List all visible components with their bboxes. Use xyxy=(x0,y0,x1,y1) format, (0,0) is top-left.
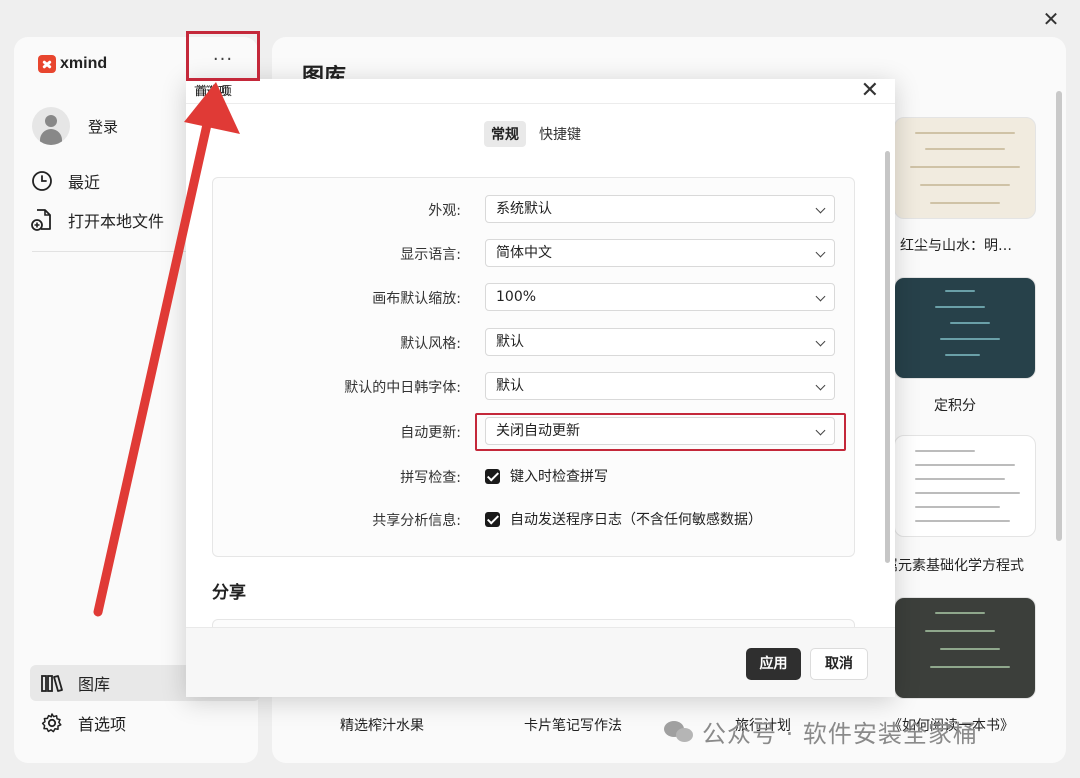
share-analytics-text: 自动发送程序日志（不含任何敏感数据） xyxy=(510,512,762,528)
preferences-tooltip: 首选项 xyxy=(194,84,231,98)
dialog-close-button[interactable]: ✕ xyxy=(861,79,879,103)
appearance-label: 外观: xyxy=(428,203,461,219)
tab-shortcuts[interactable]: 快捷键 xyxy=(532,121,588,147)
share-analytics-label: 共享分析信息: xyxy=(372,513,461,529)
library-card-title: 、红尘与山水：明… xyxy=(886,238,1012,254)
display-language-select[interactable]: 简体中文 xyxy=(485,239,835,267)
watermark: 公众号 · 软件安装全家桶 xyxy=(664,714,978,749)
wechat-icon xyxy=(664,719,694,745)
app-name: xmind xyxy=(60,55,108,72)
file-add-icon xyxy=(30,208,54,232)
avatar-icon xyxy=(32,107,70,145)
chevron-down-icon xyxy=(815,336,826,347)
default-style-value: 默认 xyxy=(496,334,524,350)
chevron-down-icon xyxy=(815,203,826,214)
canvas-zoom-select[interactable]: 100% xyxy=(485,283,835,311)
tab-general[interactable]: 常规 xyxy=(484,121,526,147)
library-card-thumbnail[interactable] xyxy=(894,435,1036,537)
spell-check-checkbox[interactable] xyxy=(485,468,500,484)
login-item[interactable]: 登录 xyxy=(32,107,118,145)
auto-update-label: 自动更新: xyxy=(400,425,461,441)
default-style-label: 默认风格: xyxy=(400,336,461,352)
sidebar-item-label: 首选项 xyxy=(78,715,127,734)
app-logo: xmind xyxy=(38,55,107,73)
display-language-label: 显示语言: xyxy=(400,247,461,263)
appearance-select[interactable]: 系统默认 xyxy=(485,195,835,223)
library-card-title: 精选榨汁水果 xyxy=(340,718,424,734)
library-card-thumbnail[interactable] xyxy=(894,117,1036,219)
appearance-value: 系统默认 xyxy=(496,201,552,217)
preferences-tabs: 常规 快捷键 xyxy=(484,121,588,147)
default-style-select[interactable]: 默认 xyxy=(485,328,835,356)
sidebar-item-open-local-file[interactable]: 打开本地文件 xyxy=(30,208,164,232)
cjk-font-value: 默认 xyxy=(496,378,524,394)
share-section-title: 分享 xyxy=(212,583,246,603)
clock-icon xyxy=(30,169,54,193)
chevron-down-icon xyxy=(815,247,826,258)
cjk-font-select[interactable]: 默认 xyxy=(485,372,835,400)
library-card-title: 定积分 xyxy=(934,398,976,414)
login-label: 登录 xyxy=(88,117,119,136)
sidebar-item-label: 图库 xyxy=(78,675,111,694)
apply-button[interactable]: 应用 xyxy=(746,648,801,680)
general-settings-group: 外观: 系统默认 显示语言: 简体中文 画布默认缩放: 100% 默认风格: 默… xyxy=(212,177,855,557)
library-card-title: 卡片笔记写作法 xyxy=(524,718,622,734)
dialog-scrollbar[interactable] xyxy=(885,151,890,563)
sidebar-item-preferences[interactable]: 首选项 xyxy=(40,711,126,735)
cjk-font-label: 默认的中日韩字体: xyxy=(344,380,461,396)
library-icon xyxy=(40,671,64,695)
dialog-footer: 应用 取消 xyxy=(186,627,895,697)
cancel-button[interactable]: 取消 xyxy=(810,648,868,680)
preferences-dialog: 首选项 ✕ 常规 快捷键 外观: 系统默认 显示语言: 简体中文 画布默认缩放:… xyxy=(186,79,895,697)
spell-check-text: 键入时检查拼写 xyxy=(510,469,608,485)
canvas-zoom-label: 画布默认缩放: xyxy=(372,291,461,307)
spell-check-label: 拼写检查: xyxy=(400,470,461,486)
chevron-down-icon xyxy=(815,380,826,391)
annotation-box xyxy=(186,31,260,81)
chevron-down-icon xyxy=(815,291,826,302)
canvas-zoom-value: 100% xyxy=(496,289,537,305)
library-card-thumbnail[interactable] xyxy=(894,597,1036,699)
sidebar-item-label: 打开本地文件 xyxy=(68,212,165,231)
sidebar-item-label: 最近 xyxy=(68,173,101,192)
spell-check-option[interactable]: 键入时检查拼写 xyxy=(485,466,608,486)
annotation-highlight-box xyxy=(475,413,846,451)
library-card-thumbnail[interactable] xyxy=(894,277,1036,379)
watermark-text: 公众号 · 软件安装全家桶 xyxy=(702,720,978,748)
dialog-titlebar-divider xyxy=(186,103,895,104)
share-analytics-option[interactable]: 自动发送程序日志（不含任何敏感数据） xyxy=(485,509,762,529)
library-scrollbar[interactable] xyxy=(1056,91,1062,541)
share-analytics-checkbox[interactable] xyxy=(485,511,500,527)
library-card-title: 属元素基础化学方程式 xyxy=(884,558,1024,574)
display-language-value: 简体中文 xyxy=(496,245,552,261)
sidebar-item-recent[interactable]: 最近 xyxy=(30,169,100,193)
xmind-logo-icon xyxy=(38,55,56,73)
gear-icon xyxy=(40,711,64,735)
window-close-button[interactable]: ✕ xyxy=(1040,8,1062,30)
